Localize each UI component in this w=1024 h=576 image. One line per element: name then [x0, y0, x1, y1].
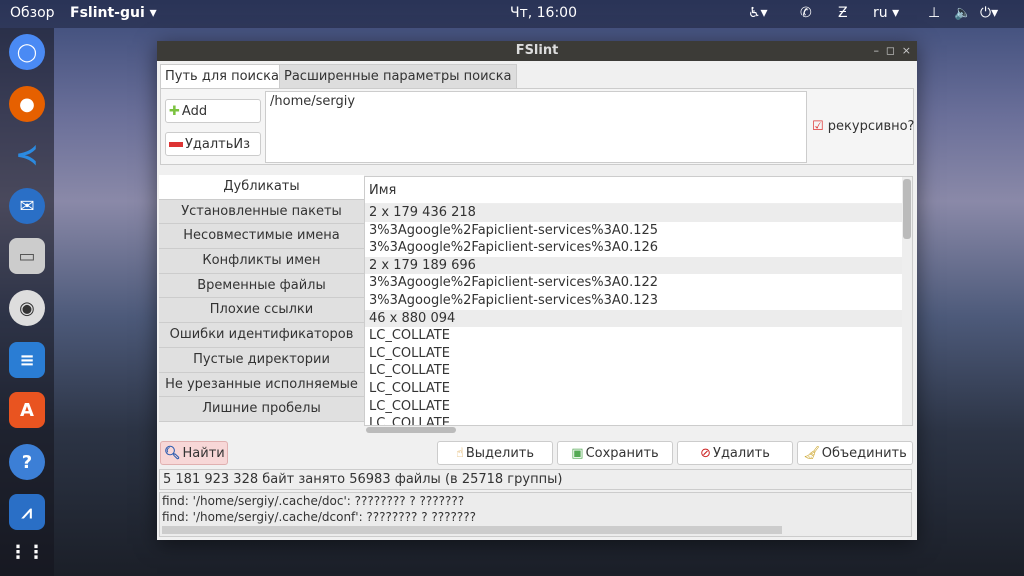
log-horizontal-scrollbar[interactable]: [162, 526, 782, 534]
mode-tab[interactable]: Временные файлы: [159, 273, 364, 299]
find-button[interactable]: 🔍︎ Найти: [160, 441, 228, 465]
tab-search-path[interactable]: Путь для поиска: [160, 64, 284, 88]
recursive-checkbox[interactable]: ☑ рекурсивно?: [812, 119, 914, 134]
plus-icon: ✚: [169, 103, 180, 119]
table-row[interactable]: LC_COLLATE: [365, 345, 912, 363]
group-row[interactable]: 46 x 880 094: [365, 309, 912, 328]
horizontal-scrollbar[interactable]: [366, 427, 456, 433]
top-bar: Обзор Fslint-gui ▾ Чт, 16:00 ♿▾ ✆ Ƶ ru ▾…: [0, 0, 1024, 28]
path-list[interactable]: /home/sergiy: [265, 91, 807, 163]
merge-label: Объединить: [821, 445, 907, 461]
close-button[interactable]: ×: [902, 41, 911, 61]
column-header-name[interactable]: Имя: [365, 177, 912, 204]
apps-grid-icon[interactable]: ⋮⋮: [9, 534, 45, 570]
tab-advanced-search[interactable]: Расширенные параметры поиска: [279, 64, 517, 88]
log-line: find: '/home/sergiy/.cache/dconf': ?????…: [162, 510, 476, 524]
writer-icon[interactable]: ≡: [9, 342, 45, 378]
results-list[interactable]: Имя 2 x 179 436 218 3%3Agoogle%2Fapiclien…: [364, 176, 913, 426]
mode-tab[interactable]: Дубликаты: [159, 175, 364, 200]
mode-tab[interactable]: Лишние пробелы: [159, 397, 364, 422]
firefox-icon[interactable]: ●: [9, 86, 45, 122]
software-icon[interactable]: A: [9, 392, 45, 428]
help-icon[interactable]: ?: [9, 444, 45, 480]
mode-tab[interactable]: Плохие ссылки: [159, 298, 364, 324]
merge-button[interactable]: 🧹︎ Объединить: [797, 441, 913, 465]
delete-button[interactable]: ⊘ Удалить: [677, 441, 793, 465]
select-button[interactable]: ☝ Выделить: [437, 441, 553, 465]
monitor-icon[interactable]: ⩘: [9, 494, 45, 530]
path-item[interactable]: /home/sergiy: [270, 94, 355, 109]
minus-icon: [169, 141, 183, 147]
language-selector[interactable]: ru ▾: [873, 5, 899, 21]
rhythmbox-icon[interactable]: ◉: [9, 290, 45, 326]
log-line: find: '/home/sergiy/.cache/doc': ???????…: [162, 494, 465, 508]
table-row[interactable]: 3%3Agoogle%2Fapiclient-services%3A0.122: [365, 274, 912, 292]
group-row[interactable]: 2 x 179 436 218: [365, 204, 912, 222]
mode-tab[interactable]: Пустые директории: [159, 347, 364, 373]
files-icon[interactable]: ▭: [9, 238, 45, 274]
mode-tab[interactable]: Несовместимые имена: [159, 224, 364, 250]
mode-tabs: Дубликаты Установленные пакеты Несовместим…: [159, 175, 364, 422]
add-label: Add: [181, 103, 208, 119]
delete-label: Удалить: [713, 445, 770, 461]
checkmark-icon: ☑: [812, 119, 824, 134]
status-bar: 5 181 923 328 байт занято 56983 файлы (в…: [159, 469, 912, 490]
add-path-button[interactable]: ✚ Add: [165, 99, 261, 123]
vertical-scrollbar[interactable]: [902, 177, 912, 425]
table-row[interactable]: LC_COLLATE: [365, 362, 912, 380]
table-row[interactable]: LC_COLLATE: [365, 415, 912, 425]
chromium-icon[interactable]: ◯: [9, 34, 45, 70]
fslint-window: FSlint – ◻ × Путь для поиска Расширенные…: [157, 41, 917, 540]
viber-icon[interactable]: ✆: [800, 5, 812, 21]
table-row[interactable]: 3%3Agoogle%2Fapiclient-services%3A0.125: [365, 222, 912, 240]
no-entry-icon: ⊘: [700, 445, 712, 461]
network-icon[interactable]: ⊥: [928, 5, 940, 21]
table-row[interactable]: LC_COLLATE: [365, 380, 912, 398]
zotero-icon[interactable]: Ƶ: [838, 5, 848, 21]
group-row[interactable]: 2 x 179 189 696: [365, 256, 912, 275]
remove-label: УдалтьИз: [185, 136, 251, 152]
remove-path-button[interactable]: УдалтьИз: [165, 132, 261, 156]
vscode-icon[interactable]: ≺: [9, 136, 45, 172]
mode-tab[interactable]: Конфликты имен: [159, 249, 364, 274]
mode-tab[interactable]: Ошибки идентификаторов: [159, 323, 364, 348]
table-row[interactable]: LC_COLLATE: [365, 327, 912, 345]
select-label: Выделить: [465, 445, 535, 461]
table-row[interactable]: 3%3Agoogle%2Fapiclient-services%3A0.123: [365, 292, 912, 310]
save-label: Сохранить: [585, 445, 659, 461]
activities-button[interactable]: Обзор: [10, 5, 55, 21]
minimize-button[interactable]: –: [874, 41, 880, 61]
window-title: FSlint: [515, 43, 559, 58]
search-icon: 🔍︎: [164, 445, 181, 461]
maximize-button[interactable]: ◻: [886, 41, 895, 61]
title-bar: FSlint – ◻ ×: [157, 41, 917, 61]
mode-tab[interactable]: Установленные пакеты: [159, 199, 364, 225]
volume-icon[interactable]: 🔈: [954, 5, 971, 21]
accessibility-icon[interactable]: ♿▾: [748, 5, 768, 21]
recursive-label: рекурсивно?: [827, 119, 915, 134]
search-path-panel: ✚ Add УдалтьИз /home/sergiy ☑ рекурсивно?: [160, 88, 914, 165]
find-label: Найти: [182, 445, 225, 461]
table-row[interactable]: LC_COLLATE: [365, 398, 912, 416]
save-icon: ▣: [571, 445, 584, 461]
broom-icon: 🧹︎: [803, 445, 820, 461]
thunderbird-icon[interactable]: ✉: [9, 188, 45, 224]
log-output: find: '/home/sergiy/.cache/doc': ???????…: [159, 492, 912, 537]
clock[interactable]: Чт, 16:00: [510, 5, 577, 21]
dock: ◯ ● ≺ ✉ ▭ ◉ ≡ A ? ⩘ ⋮⋮: [0, 28, 54, 576]
select-icon: ☝: [455, 445, 464, 461]
app-menu[interactable]: Fslint-gui ▾: [70, 5, 157, 21]
save-button[interactable]: ▣ Сохранить: [557, 441, 673, 465]
table-row[interactable]: 3%3Agoogle%2Fapiclient-services%3A0.126: [365, 239, 912, 257]
power-icon[interactable]: ⏻▾: [980, 5, 998, 21]
mode-tab[interactable]: Не урезанные исполняемые: [159, 372, 364, 398]
